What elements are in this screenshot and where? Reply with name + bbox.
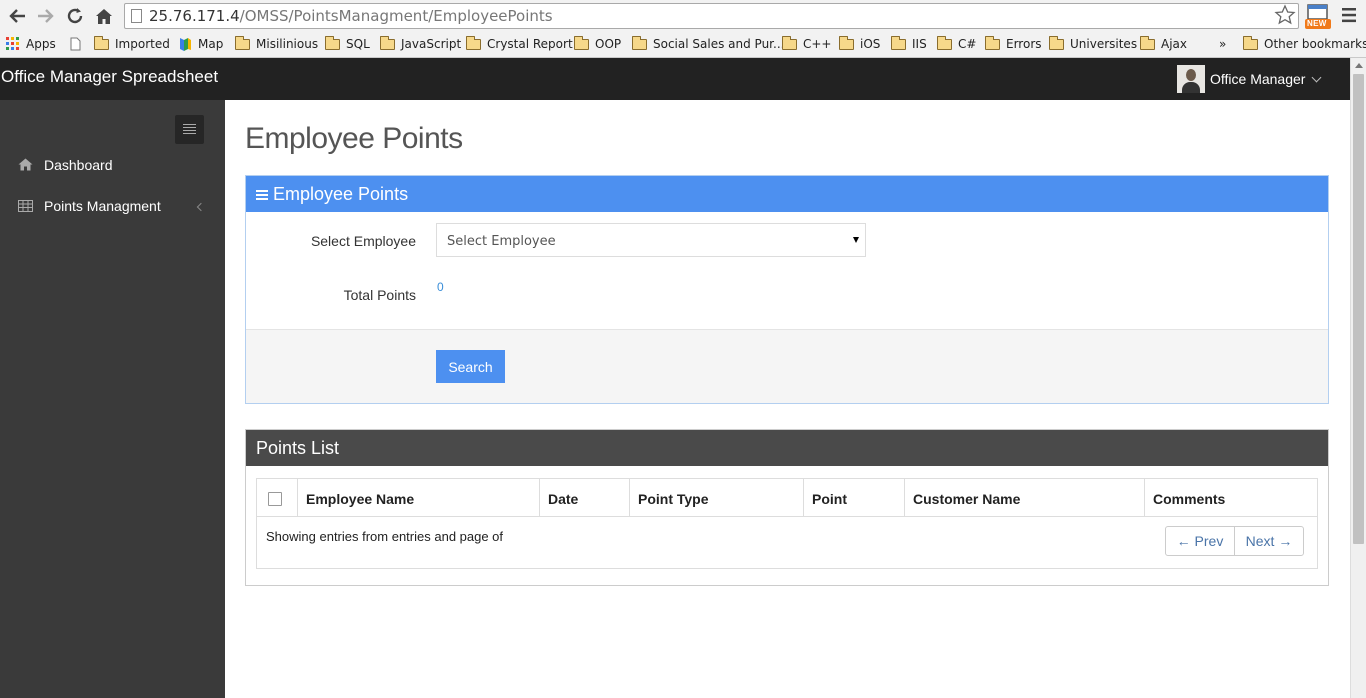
extension-icon[interactable]: NEW	[1303, 4, 1333, 30]
bookmark-universites[interactable]: Universites	[1049, 35, 1137, 53]
home-icon[interactable]	[93, 5, 115, 27]
sidebar-item-label: Dashboard	[44, 157, 113, 173]
select-all-checkbox[interactable]	[268, 492, 282, 506]
chevron-down-icon	[1312, 72, 1322, 82]
url-text[interactable]: 25.76.171.4/OMSS/PointsManagment/Employe…	[149, 7, 553, 25]
folder-icon	[94, 35, 109, 50]
column-header-date[interactable]: Date	[540, 479, 630, 517]
pagination: ← Prev Next →	[1165, 526, 1304, 556]
select-employee-label: Select Employee	[310, 233, 416, 249]
column-header-comments[interactable]: Comments	[1145, 479, 1317, 517]
bookmark-cpp[interactable]: C++	[782, 35, 832, 53]
user-name: Office Manager	[1210, 71, 1306, 87]
folder-icon	[574, 35, 589, 50]
bookmark-page-icon[interactable]	[70, 35, 81, 53]
folder-icon	[1140, 35, 1155, 50]
address-bar[interactable]: 25.76.171.4/OMSS/PointsManagment/Employe…	[124, 3, 1299, 29]
chevron-left-icon	[196, 202, 206, 212]
home-icon	[18, 158, 33, 174]
bookmark-crystal-report[interactable]: Crystal Report	[466, 35, 573, 53]
browser-menu-icon[interactable]	[1340, 7, 1358, 23]
panel-title: Points List	[256, 438, 340, 458]
bookmark-apps[interactable]: Apps	[6, 35, 56, 53]
folder-icon	[985, 35, 1000, 50]
bookmark-sql[interactable]: SQL	[325, 35, 370, 53]
scrollbar-thumb[interactable]	[1353, 74, 1364, 544]
folder-icon	[235, 35, 250, 50]
bookmark-map[interactable]: Map	[178, 35, 223, 53]
browser-chrome: 25.76.171.4/OMSS/PointsManagment/Employe…	[0, 0, 1366, 58]
scroll-up-arrow-icon[interactable]	[1355, 63, 1363, 68]
folder-icon	[466, 35, 481, 50]
folder-icon	[937, 35, 952, 50]
folder-icon	[325, 35, 340, 50]
bookmark-csharp[interactable]: C#	[937, 35, 976, 53]
panel-header: Points List	[246, 430, 1328, 466]
table-info-text: Showing entries from entries and page of	[266, 529, 504, 544]
folder-icon	[782, 35, 797, 50]
bookmark-ajax[interactable]: Ajax	[1140, 35, 1187, 53]
page-scrollbar[interactable]	[1350, 58, 1366, 698]
bookmark-iis[interactable]: IIS	[891, 35, 927, 53]
forward-arrow-icon[interactable]	[35, 5, 57, 27]
bookmark-imported[interactable]: Imported	[94, 35, 170, 53]
points-list-panel: Points List Employee Name Date Point Typ…	[245, 429, 1329, 586]
bookmarks-more-chevron[interactable]: »	[1219, 35, 1226, 53]
total-points-label: Total Points	[343, 287, 416, 303]
reload-icon[interactable]	[64, 5, 86, 27]
select-all-header	[257, 479, 298, 517]
column-header-point[interactable]: Point	[804, 479, 905, 517]
select-value: Select Employee	[447, 234, 556, 249]
column-header-employee-name[interactable]: Employee Name	[298, 479, 540, 517]
column-header-customer-name[interactable]: Customer Name	[905, 479, 1145, 517]
dropdown-arrow-icon	[853, 237, 859, 243]
bookmark-other[interactable]: Other bookmarks	[1243, 35, 1366, 53]
panel-title: Employee Points	[273, 184, 409, 204]
list-icon	[256, 190, 268, 200]
bookmark-ios[interactable]: iOS	[839, 35, 880, 53]
sidebar-item-dashboard[interactable]: Dashboard	[0, 146, 225, 184]
panel-header: Employee Points	[246, 176, 1328, 212]
prev-page-button[interactable]: ← Prev	[1166, 527, 1235, 555]
search-button[interactable]: Search	[436, 350, 505, 383]
table-icon	[18, 199, 33, 215]
next-page-button[interactable]: Next →	[1235, 527, 1303, 555]
map-icon	[180, 38, 191, 51]
back-arrow-icon[interactable]	[6, 5, 28, 27]
app-header: Office Manager Spreadsheet Office Manage…	[0, 58, 1350, 100]
brand-title[interactable]: Office Manager Spreadsheet	[1, 67, 218, 87]
total-points-value: 0	[437, 280, 444, 294]
folder-icon	[1243, 35, 1258, 50]
sidebar-toggle-button[interactable]	[175, 115, 204, 144]
points-table: Employee Name Date Point Type Point Cust…	[256, 478, 1318, 569]
employee-points-panel: Employee Points Select Employee Select E…	[245, 175, 1329, 404]
sidebar-item-label: Points Managment	[44, 198, 161, 214]
column-header-point-type[interactable]: Point Type	[630, 479, 804, 517]
bookmark-misilinious[interactable]: Misilinious	[235, 35, 318, 53]
avatar	[1177, 65, 1205, 93]
employee-select[interactable]: Select Employee	[436, 223, 866, 257]
folder-icon	[839, 35, 854, 50]
bookmark-errors[interactable]: Errors	[985, 35, 1042, 53]
folder-icon	[891, 35, 906, 50]
page-title: Employee Points	[245, 122, 463, 155]
bookmarks-bar: Apps Imported Map Misilinious SQL JavaSc…	[0, 32, 1366, 56]
bookmark-oop[interactable]: OOP	[574, 35, 621, 53]
user-menu[interactable]: Office Manager	[1177, 65, 1322, 93]
bookmark-social-sales[interactable]: Social Sales and Pur...	[632, 35, 784, 53]
sidebar-item-points-managment[interactable]: Points Managment	[0, 187, 225, 225]
sidebar: Dashboard Points Managment	[0, 100, 225, 698]
new-badge-text: NEW	[1307, 19, 1327, 28]
folder-icon	[1049, 35, 1064, 50]
panel-footer: Search	[246, 329, 1328, 403]
folder-icon	[632, 35, 647, 50]
page-icon	[131, 9, 142, 23]
bookmark-star-icon[interactable]	[1274, 4, 1296, 26]
folder-icon	[380, 35, 395, 50]
bookmark-javascript[interactable]: JavaScript	[380, 35, 461, 53]
apps-grid-icon	[6, 37, 19, 50]
